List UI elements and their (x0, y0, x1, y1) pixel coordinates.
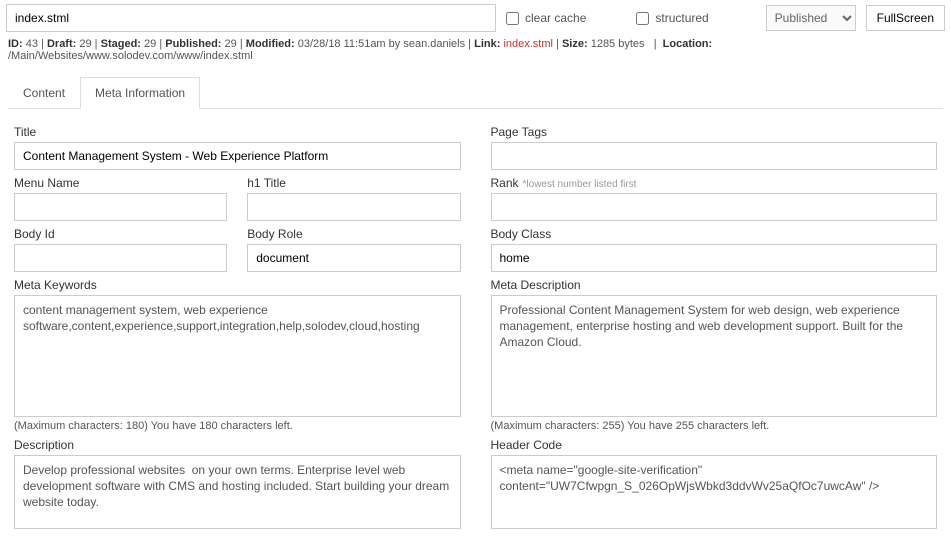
filename-input[interactable] (6, 4, 496, 32)
menu-name-label: Menu Name (14, 176, 227, 190)
structured-box[interactable] (636, 12, 649, 25)
right-column: Page Tags Rank*lowest number listed firs… (491, 119, 938, 529)
rank-hint: *lowest number listed first (523, 179, 637, 190)
description-label: Description (14, 438, 461, 452)
menu-name-input[interactable] (14, 193, 227, 221)
body-class-input[interactable] (491, 244, 938, 272)
meta-description-label: Meta Description (491, 278, 938, 292)
clear-cache-label: clear cache (525, 11, 586, 25)
tab-bar: Content Meta Information (8, 76, 943, 109)
tab-content[interactable]: Content (8, 77, 80, 109)
description-textarea[interactable]: Develop professional websites on your ow… (14, 455, 461, 529)
file-link[interactable]: index.stml (503, 38, 553, 50)
tab-meta-information[interactable]: Meta Information (80, 77, 200, 109)
meta-description-counter: (Maximum characters: 255) You have 255 c… (491, 420, 938, 432)
top-bar: clear cache structured Published FullScr… (0, 0, 951, 36)
body-id-input[interactable] (14, 244, 227, 272)
rank-input[interactable] (491, 193, 938, 221)
body-role-input[interactable] (247, 244, 460, 272)
body-role-label: Body Role (247, 227, 460, 241)
title-label: Title (14, 125, 461, 139)
header-code-textarea[interactable]: <meta name="google-site-verification" co… (491, 455, 938, 529)
page-tags-input[interactable] (491, 142, 938, 170)
meta-keywords-counter: (Maximum characters: 180) You have 180 c… (14, 420, 461, 432)
body-id-label: Body Id (14, 227, 227, 241)
clear-cache-box[interactable] (506, 12, 519, 25)
title-input[interactable] (14, 142, 461, 170)
left-column: Title Menu Name h1 Title Body Id Body Ro… (14, 119, 461, 529)
meta-keywords-textarea[interactable]: content management system, web experienc… (14, 295, 461, 417)
structured-label: structured (655, 11, 708, 25)
meta-keywords-label: Meta Keywords (14, 278, 461, 292)
file-details-bar: ID: 43 | Draft: 29 | Staged: 29 | Publis… (0, 36, 951, 68)
h1-title-label: h1 Title (247, 176, 460, 190)
page-tags-label: Page Tags (491, 125, 938, 139)
header-code-label: Header Code (491, 438, 938, 452)
h1-title-input[interactable] (247, 193, 460, 221)
publish-state-select[interactable]: Published (766, 5, 856, 31)
clear-cache-checkbox[interactable]: clear cache (506, 11, 586, 25)
meta-description-textarea[interactable]: Professional Content Management System f… (491, 295, 938, 417)
rank-label: Rank*lowest number listed first (491, 176, 938, 190)
fullscreen-button[interactable]: FullScreen (866, 5, 945, 31)
body-class-label: Body Class (491, 227, 938, 241)
structured-checkbox[interactable]: structured (636, 11, 708, 25)
meta-info-panel: Title Menu Name h1 Title Body Id Body Ro… (0, 109, 951, 539)
